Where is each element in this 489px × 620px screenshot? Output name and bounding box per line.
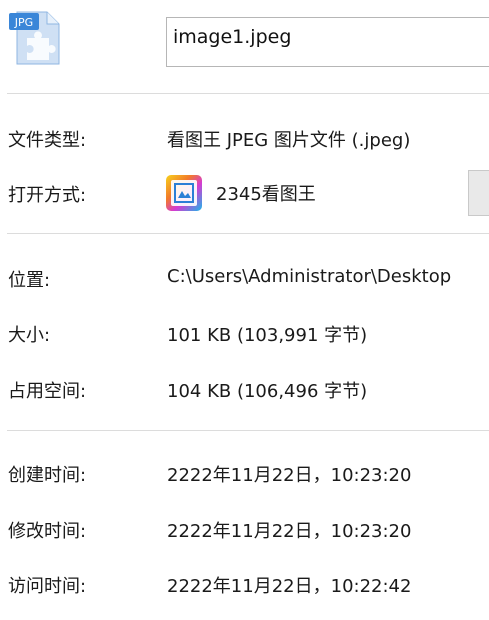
location-label: 位置: (8, 270, 51, 291)
modified-value: 2222年11月22日，10:23:20 (167, 521, 412, 542)
location-value: C:\Users\Administrator\Desktop (167, 266, 452, 287)
file-name-input[interactable]: image1.jpeg (166, 17, 489, 67)
accessed-value: 2222年11月22日，10:22:42 (167, 576, 412, 597)
size-on-disk-value: 104 KB (106,496 字节) (167, 381, 368, 402)
opens-with-label: 打开方式: (8, 185, 87, 206)
created-value: 2222年11月22日，10:23:20 (167, 465, 412, 486)
jpeg-badge-text: JPG (14, 16, 33, 29)
file-type-value: 看图王 JPEG 图片文件 (.jpeg) (167, 130, 411, 151)
opens-with-app-name: 2345看图王 (216, 184, 316, 205)
modified-label: 修改时间: (8, 521, 87, 542)
jpeg-file-icon: JPG (7, 8, 63, 66)
accessed-label: 访问时间: (8, 576, 87, 597)
size-on-disk-label: 占用空间: (8, 381, 87, 402)
separator (7, 233, 489, 234)
created-label: 创建时间: (8, 465, 87, 486)
separator (7, 430, 489, 431)
change-app-button[interactable] (468, 170, 489, 216)
size-value: 101 KB (103,991 字节) (167, 325, 368, 346)
separator (7, 93, 489, 94)
file-type-label: 文件类型: (8, 130, 87, 151)
size-label: 大小: (8, 325, 51, 346)
2345-picture-viewer-icon (166, 175, 202, 211)
